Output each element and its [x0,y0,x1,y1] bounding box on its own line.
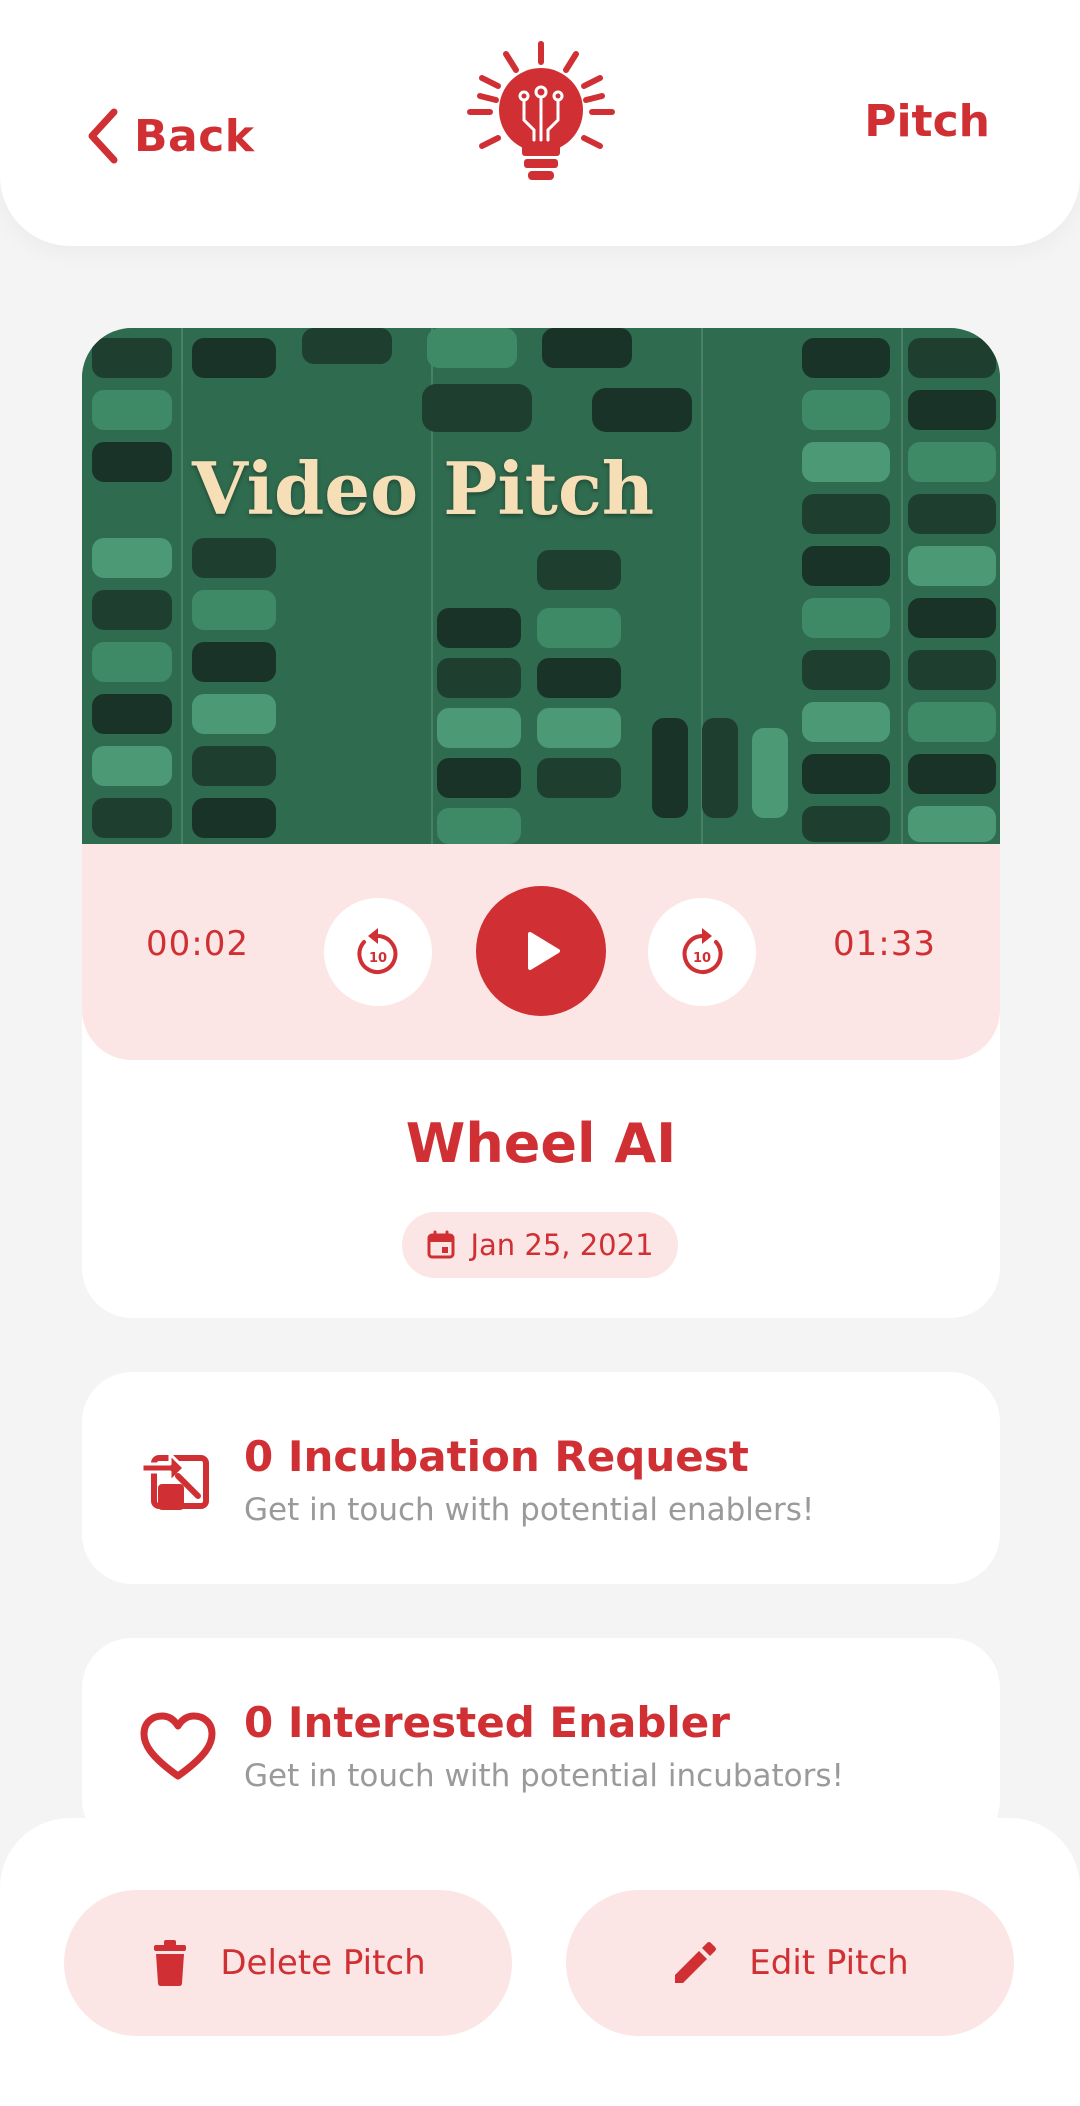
video-thumbnail [82,328,1000,844]
back-label: Back [134,110,255,162]
total-time: 01:33 [833,924,936,964]
lightbulb-circuit-icon [467,41,615,180]
video-overlay-title: Video Pitch [192,446,655,531]
pitch-card: Video Pitch 00:02 10 10 01:33 Wheel AI J… [82,328,1000,1318]
forward-10-button[interactable]: 10 [648,898,756,1006]
rewind-10-icon: 10 [357,928,398,974]
incubation-request-icon [140,1452,209,1510]
calendar-icon [427,1230,455,1259]
forward-10-icon: 10 [682,928,723,974]
trash-icon [154,1940,187,1986]
rewind-10-button[interactable]: 10 [324,898,432,1006]
interested-enabler-title: 0 Interested Enabler [244,1698,730,1747]
delete-pitch-label: Delete Pitch [220,1943,426,1983]
edit-pitch-label: Edit Pitch [749,1943,909,1983]
incubation-request-card[interactable]: 0 Incubation Request Get in touch with p… [82,1372,1000,1584]
page-title: Pitch [864,96,990,147]
edit-pitch-button[interactable]: Edit Pitch [566,1890,1014,2036]
top-bar: Back Pitch [0,0,1080,246]
rewind-seconds: 10 [369,951,387,966]
current-time: 00:02 [146,924,249,964]
play-icon [528,932,560,970]
incubation-request-subtitle: Get in touch with potential enablers! [244,1492,815,1528]
interested-enabler-subtitle: Get in touch with potential incubators! [244,1758,844,1794]
incubation-request-title: 0 Incubation Request [244,1432,749,1481]
bottom-action-bar: Delete Pitch Edit Pitch [0,1818,1080,2106]
delete-pitch-button[interactable]: Delete Pitch [64,1890,512,2036]
pencil-icon [675,1942,717,1983]
video-player[interactable]: Video Pitch [82,328,1000,844]
pitch-name: Wheel AI [405,1112,677,1175]
forward-seconds: 10 [693,951,711,966]
date-badge: Jan 25, 2021 [402,1212,678,1278]
heart-icon [140,1712,216,1780]
pitch-date: Jan 25, 2021 [470,1228,654,1262]
chevron-left-icon [88,108,118,164]
back-button[interactable]: Back [84,104,255,168]
player-controls: 00:02 10 10 01:33 [82,844,1000,1060]
play-button[interactable] [476,886,606,1016]
